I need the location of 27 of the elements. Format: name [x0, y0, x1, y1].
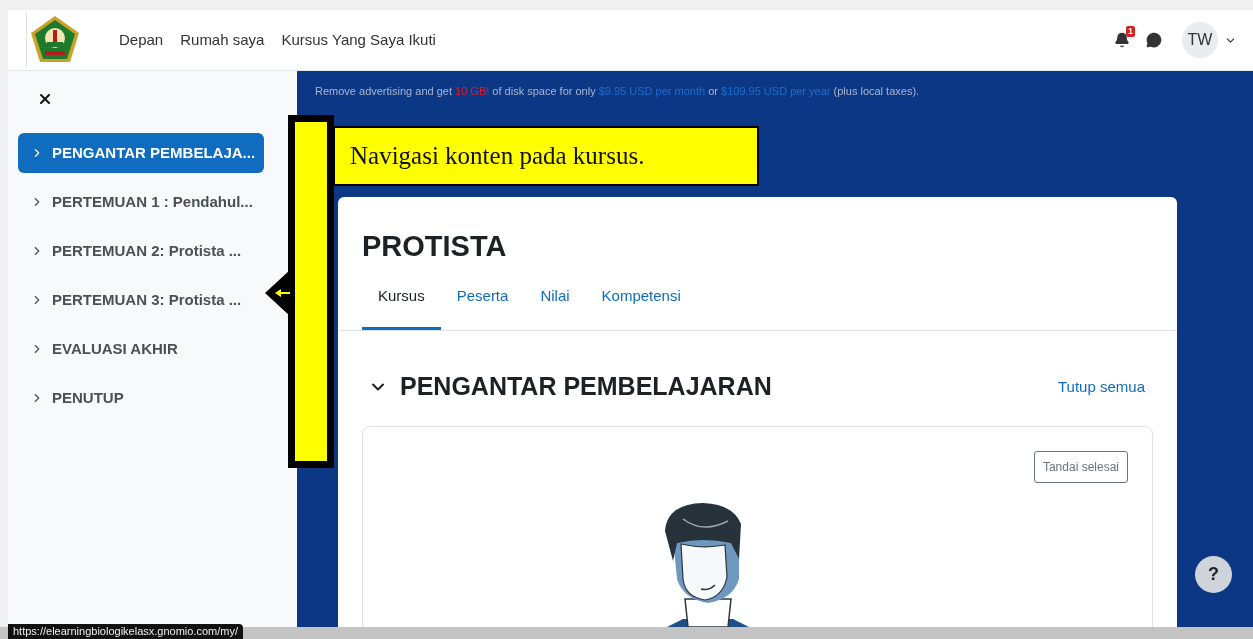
nav-link[interactable]: Depan [119, 28, 164, 52]
course-title: PROTISTA [361, 228, 508, 263]
help-button[interactable]: ? [1195, 556, 1232, 593]
left-arrow-icon [265, 270, 290, 316]
notification-badge: 1 [1126, 26, 1135, 37]
nav-link[interactable]: Kursus Yang Saya Ikuti [281, 28, 436, 52]
nav-link[interactable]: Rumah saya [180, 28, 265, 52]
course-index-item[interactable]: EVALUASI AKHIR [18, 329, 264, 369]
status-url-tooltip: https://elearningbiologikelasx.gnomio.com/my/ [8, 624, 243, 639]
annotation-callout: Navigasi konten pada kursus. [333, 126, 759, 186]
course-tab[interactable]: Kompetensi [585, 282, 697, 330]
course-index-item[interactable]: PENGANTAR PEMBELAJA... [18, 133, 264, 173]
chat-icon[interactable] [1146, 32, 1162, 48]
close-icon[interactable] [37, 91, 53, 107]
notification-bell-icon[interactable] [1114, 32, 1130, 48]
course-index-item[interactable]: PERTEMUAN 3: Protista ... [18, 280, 264, 320]
course-index-item[interactable]: PERTEMUAN 1 : Pendahul... [18, 182, 264, 222]
course-tab[interactable]: Peserta [440, 282, 525, 330]
course-index-item[interactable]: PENUTUP [18, 378, 264, 418]
user-avatar[interactable]: TW [1182, 22, 1218, 58]
advertising-notice: Remove advertising and get 10 GB! of disk space for only $9.95 USD per month or $109.95 USD per year (plus local taxes). [315, 84, 921, 99]
course-tab[interactable]: Nilai [524, 282, 586, 330]
mark-done-button[interactable]: Tandai selesai [1033, 450, 1128, 483]
collapse-all-link[interactable]: Tutup semua [1058, 375, 1145, 398]
course-tab[interactable]: Kursus [362, 282, 441, 330]
course-index-item[interactable]: PERTEMUAN 2: Protista ... [18, 231, 264, 271]
section-title: PENGANTAR PEMBELAJARAN [400, 371, 772, 402]
